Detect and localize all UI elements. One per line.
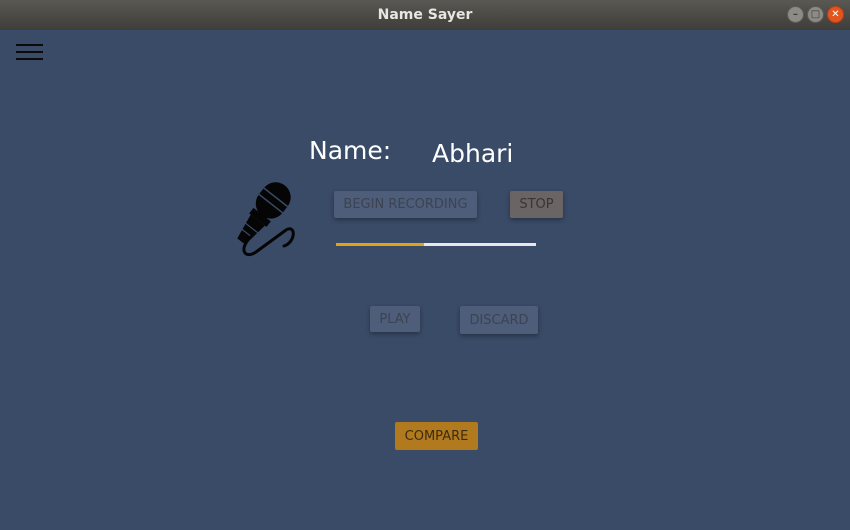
stop-button[interactable]: STOP	[510, 191, 563, 218]
minimize-button[interactable]: –	[787, 6, 804, 23]
hamburger-menu-icon[interactable]	[16, 44, 43, 61]
name-label: Name:	[309, 136, 392, 165]
discard-button[interactable]: DISCARD	[460, 306, 538, 334]
title-bar: Name Sayer – □ ✕	[0, 0, 850, 30]
hamburger-line	[16, 58, 43, 60]
window-title: Name Sayer	[377, 7, 473, 23]
maximize-button[interactable]: □	[807, 6, 824, 23]
close-button[interactable]: ✕	[827, 6, 844, 23]
begin-recording-button[interactable]: BEGIN RECORDING	[334, 191, 477, 218]
microphone-icon	[237, 182, 295, 257]
hamburger-line	[16, 44, 43, 46]
hamburger-line	[16, 51, 43, 53]
app-window: Name Sayer – □ ✕ Name: Abhari BEGIN RECO…	[0, 0, 850, 530]
recording-progress-fill	[336, 243, 424, 246]
name-value: Abhari	[432, 139, 514, 168]
play-button[interactable]: PLAY	[370, 306, 420, 332]
compare-button[interactable]: COMPARE	[395, 422, 478, 450]
recording-progress-bar	[336, 243, 536, 246]
window-controls: – □ ✕	[787, 6, 844, 23]
